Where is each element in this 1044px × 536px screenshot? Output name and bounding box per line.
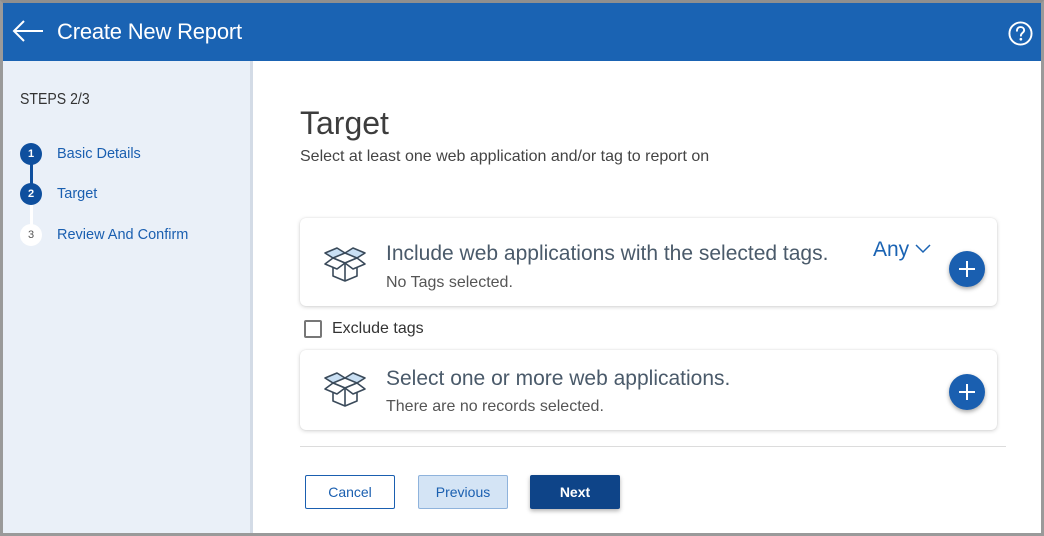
steps-counter: STEPS 2/3 [20, 91, 90, 108]
step-number-badge: 2 [20, 183, 42, 205]
steps-sidebar: STEPS 2/3 1 Basic Details 2 Target 3 Rev… [3, 61, 253, 533]
tag-match-mode-dropdown[interactable]: Any [873, 238, 931, 262]
step-basic-details[interactable]: 1 Basic Details [20, 143, 141, 165]
tags-card-status: No Tags selected. [386, 274, 513, 291]
arrow-left-icon[interactable] [11, 19, 45, 43]
step-number-badge: 1 [20, 143, 42, 165]
step-number-badge: 3 [20, 224, 42, 246]
main-content: Target Select at least one web applicati… [256, 61, 1041, 533]
app-header: Create New Report [3, 3, 1041, 61]
previous-button[interactable]: Previous [418, 475, 508, 509]
step-connector-1-2 [30, 164, 33, 184]
step-label: Basic Details [57, 146, 141, 162]
add-tags-button[interactable] [949, 251, 985, 287]
checkbox-box[interactable] [304, 320, 322, 338]
help-circle-icon[interactable] [1008, 21, 1033, 46]
cancel-button[interactable]: Cancel [305, 475, 395, 509]
tags-card-title: Include web applications with the select… [386, 242, 829, 265]
step-label: Review And Confirm [57, 227, 189, 243]
apps-card-title: Select one or more web applications. [386, 367, 731, 390]
tags-card: Include web applications with the select… [300, 218, 997, 306]
step-target[interactable]: 2 Target [20, 183, 97, 205]
step-review-and-confirm[interactable]: 3 Review And Confirm [20, 224, 188, 246]
exclude-tags-label: Exclude tags [332, 320, 424, 337]
open-box-icon [324, 247, 366, 282]
exclude-tags-checkbox[interactable]: Exclude tags [304, 320, 424, 338]
page-subtitle: Select at least one web application and/… [300, 148, 710, 165]
chevron-down-icon [915, 244, 931, 254]
plus-icon [959, 261, 975, 277]
page-header-title: Create New Report [57, 19, 242, 44]
next-button[interactable]: Next [530, 475, 620, 509]
tag-match-mode-value: Any [873, 238, 910, 261]
web-applications-card: Select one or more web applications. The… [300, 350, 997, 430]
open-box-icon [324, 372, 366, 407]
add-web-applications-button[interactable] [949, 374, 985, 410]
step-label: Target [57, 186, 98, 202]
step-connector-2-3 [30, 204, 33, 225]
plus-icon [959, 384, 975, 400]
page-title: Target [300, 105, 389, 141]
apps-card-status: There are no records selected. [386, 398, 604, 415]
footer-divider [300, 446, 1006, 447]
